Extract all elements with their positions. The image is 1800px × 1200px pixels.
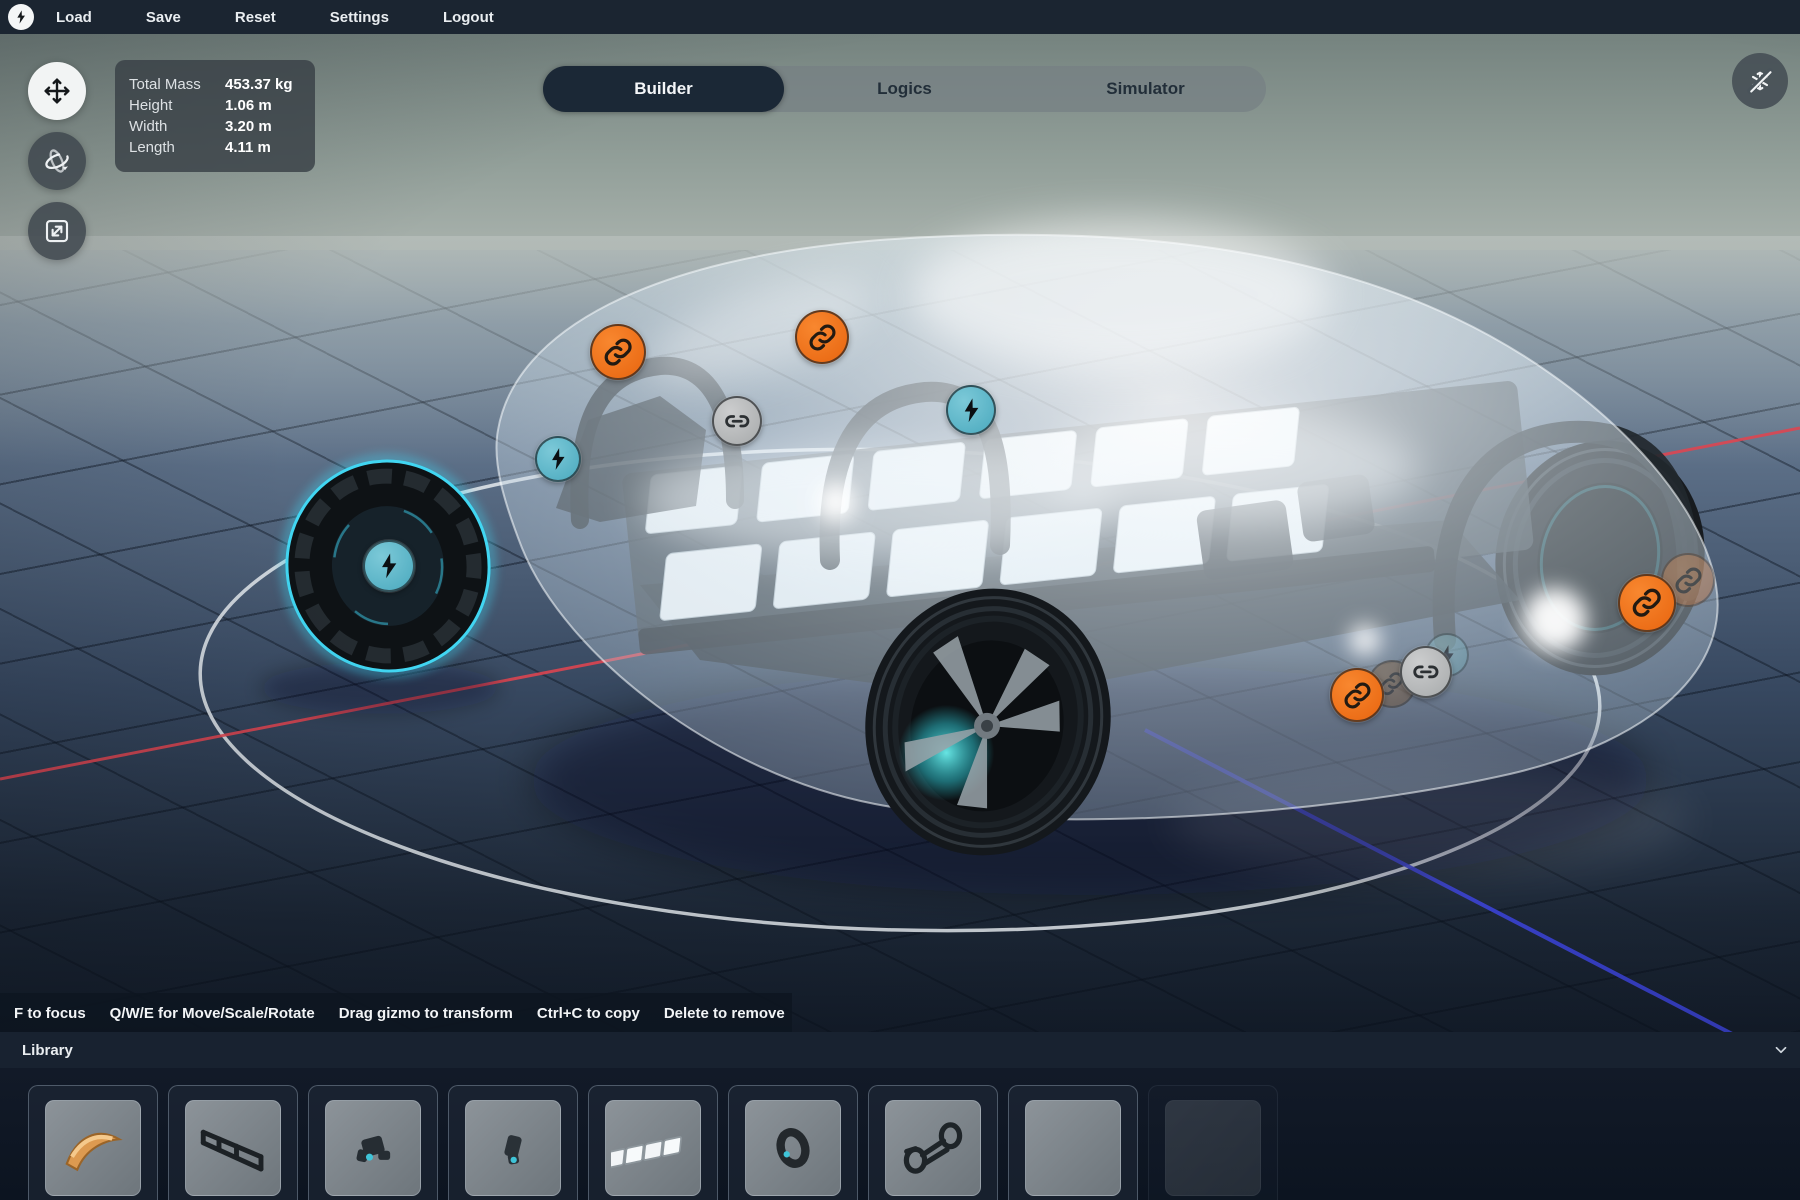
stat-row: Height 1.06 m: [129, 97, 301, 114]
stat-label: Total Mass: [129, 76, 225, 93]
stat-label: Width: [129, 118, 225, 135]
power-badge[interactable]: [363, 540, 415, 592]
transform-toolbar: [28, 62, 86, 272]
link-badge[interactable]: [1618, 574, 1676, 632]
library-item-framestepped[interactable]: FrameStepped: [1008, 1085, 1138, 1200]
link-icon: [1673, 565, 1704, 596]
snap-off-icon: [1746, 67, 1774, 95]
hint-item: Delete to remove: [664, 1005, 785, 1022]
wheelrig-thumbnail: [325, 1100, 421, 1196]
rotate-tool-button[interactable]: [28, 132, 86, 190]
frame-icon: [191, 1106, 275, 1190]
battery-tiles-icon: [611, 1106, 695, 1190]
lightning-icon: [374, 551, 404, 581]
body-thumbnail: [45, 1100, 141, 1196]
library-item-body[interactable]: Body: [28, 1085, 158, 1200]
link-badge[interactable]: [590, 324, 646, 380]
library-item-wheelframe[interactable]: WheelFrame: [868, 1085, 998, 1200]
scale-icon: [42, 216, 72, 246]
link-horizontal-icon: [723, 407, 752, 436]
library-item-partial[interactable]: [1148, 1085, 1278, 1200]
move-tool-button[interactable]: [28, 62, 86, 120]
link-icon: [807, 322, 838, 353]
power-badge[interactable]: [535, 436, 581, 482]
menu-item-save[interactable]: Save: [146, 9, 181, 26]
tab-simulator[interactable]: Simulator: [1025, 66, 1266, 112]
stat-value: 4.11 m: [225, 139, 271, 156]
menu-item-load[interactable]: Load: [56, 9, 92, 26]
stat-label: Length: [129, 139, 225, 156]
link-badge[interactable]: [795, 310, 849, 364]
hint-item: Q/W/E for Move/Scale/Rotate: [110, 1005, 315, 1022]
vehicle-stats-panel: Total Mass 453.37 kg Height 1.06 m Width…: [115, 60, 315, 172]
rotate-icon: [41, 145, 73, 177]
link-horizontal-icon: [1411, 657, 1441, 687]
stat-value: 1.06 m: [225, 97, 272, 114]
menu-item-logout[interactable]: Logout: [443, 9, 494, 26]
snap-toggle-button[interactable]: [1732, 53, 1788, 109]
motor-ring-icon: [751, 1106, 835, 1190]
menu-item-settings[interactable]: Settings: [330, 9, 389, 26]
wheel-rig-icon: [331, 1106, 415, 1190]
menu-item-reset[interactable]: Reset: [235, 9, 276, 26]
hint-item: Ctrl+C to copy: [537, 1005, 640, 1022]
wheel-rig-icon: [471, 1106, 555, 1190]
loose-link-badge[interactable]: [712, 396, 762, 446]
viewport-vignette: [0, 34, 1800, 1032]
wheel-frame-icon: [891, 1106, 975, 1190]
move-icon: [41, 75, 73, 107]
library-header[interactable]: Library: [0, 1032, 1800, 1068]
loose-link-badge[interactable]: [1400, 646, 1452, 698]
link-icon: [1342, 680, 1373, 711]
link-icon: [602, 336, 634, 368]
stat-row: Total Mass 453.37 kg: [129, 76, 301, 93]
stat-value: 3.20 m: [225, 118, 272, 135]
battery-thumbnail: [605, 1100, 701, 1196]
library-panel: Body Frame WheelRigL WheelRigR: [0, 1068, 1800, 1200]
main-menu: Load Save Reset Settings Logout: [56, 9, 494, 26]
wheelframe-thumbnail: [885, 1100, 981, 1196]
link-badge[interactable]: [1330, 668, 1384, 722]
wheelrig-thumbnail: [465, 1100, 561, 1196]
stat-row: Width 3.20 m: [129, 118, 301, 135]
scale-tool-button[interactable]: [28, 202, 86, 260]
motormodule-thumbnail: [745, 1100, 841, 1196]
hint-item: Drag gizmo to transform: [339, 1005, 513, 1022]
chevron-down-icon: [1772, 1041, 1790, 1059]
lightning-icon: [957, 396, 986, 425]
tab-builder[interactable]: Builder: [543, 66, 784, 112]
stat-value: 453.37 kg: [225, 76, 293, 93]
empty-thumbnail: [1165, 1100, 1261, 1196]
app-logo: [8, 4, 34, 30]
lightning-icon: [545, 446, 571, 472]
stat-label: Height: [129, 97, 225, 114]
tab-logics[interactable]: Logics: [784, 66, 1025, 112]
mode-tabs: Builder Logics Simulator: [543, 66, 1266, 112]
library-item-battery[interactable]: Battery: [588, 1085, 718, 1200]
top-menu-bar: Load Save Reset Settings Logout: [0, 0, 1800, 34]
stat-row: Length 4.11 m: [129, 139, 301, 156]
library-item-wheelrigr[interactable]: WheelRigR: [448, 1085, 578, 1200]
hint-item: F to focus: [14, 1005, 86, 1022]
library-item-motormodule[interactable]: MotorModule: [728, 1085, 858, 1200]
library-card-row: Body Frame WheelRigL WheelRigR: [0, 1085, 1800, 1200]
framestepped-thumbnail: [1025, 1100, 1121, 1196]
bolt-logo-icon: [13, 9, 29, 25]
library-collapse-toggle[interactable]: [1772, 1041, 1790, 1064]
library-title: Library: [22, 1042, 73, 1059]
power-badge[interactable]: [946, 385, 996, 435]
car-body-icon: [51, 1106, 135, 1190]
library-item-frame[interactable]: Frame: [168, 1085, 298, 1200]
library-item-wheelrigl[interactable]: WheelRigL: [308, 1085, 438, 1200]
link-icon: [1630, 586, 1663, 619]
vehicle-builder-app: Load Save Reset Settings Logout Total Ma…: [0, 0, 1800, 1200]
shortcut-hint-bar: F to focus Q/W/E for Move/Scale/Rotate D…: [0, 993, 792, 1033]
frame-thumbnail: [185, 1100, 281, 1196]
